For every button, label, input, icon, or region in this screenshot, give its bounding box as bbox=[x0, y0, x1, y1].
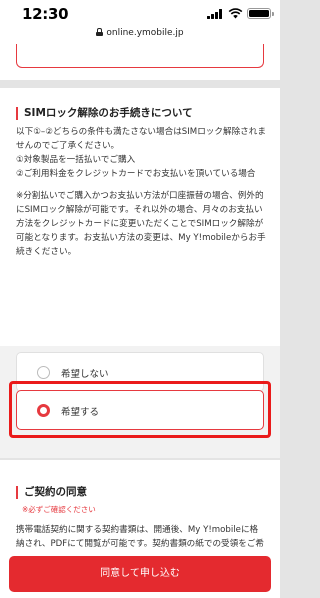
sim-unlock-intro: 以下①–②どちらの条件も満たさない場合はSIMロック解除されませんのでご了承くだ… bbox=[16, 127, 266, 151]
sim-unlock-description: 以下①–②どちらの条件も満たさない場合はSIMロック解除されませんのでご了承くだ… bbox=[16, 125, 266, 259]
sim-unlock-title: SIMロック解除のお手続きについて bbox=[16, 107, 193, 120]
radio-unselected-icon[interactable] bbox=[37, 366, 50, 379]
option-label: 希望しない bbox=[61, 369, 109, 380]
address-bar[interactable]: online.ymobile.jp bbox=[0, 28, 280, 44]
selection-highlight-frame bbox=[9, 381, 271, 438]
previous-selected-option[interactable] bbox=[16, 44, 264, 68]
url-text: online.ymobile.jp bbox=[106, 28, 184, 38]
sim-unlock-note: ※分割払いでご購入かつお支払い方法が口座振替の場合、例外的にSIMロック解除が可… bbox=[16, 191, 266, 257]
previous-section-card bbox=[0, 44, 280, 80]
wifi-icon bbox=[228, 8, 243, 19]
battery-icon bbox=[247, 8, 274, 19]
page-content: SIMロック解除のお手続きについて 以下①–②どちらの条件も満たさない場合はSI… bbox=[0, 44, 280, 598]
sim-unlock-condition-2: ②ご利用料金をクレジットカードでお支払いを頂いている場合 bbox=[16, 169, 256, 179]
required-note: ※必ずご確認ください bbox=[22, 505, 96, 514]
submit-button[interactable]: 同意して申し込む bbox=[9, 556, 271, 592]
cellular-signal-icon bbox=[207, 9, 223, 19]
status-bar: 12:30 bbox=[0, 0, 280, 28]
contract-consent-title: ご契約の同意 bbox=[16, 486, 87, 499]
lock-icon bbox=[96, 28, 104, 36]
status-time: 12:30 bbox=[22, 5, 69, 23]
sim-unlock-condition-1: ①対象製品を一括払いでご購入 bbox=[16, 155, 136, 165]
